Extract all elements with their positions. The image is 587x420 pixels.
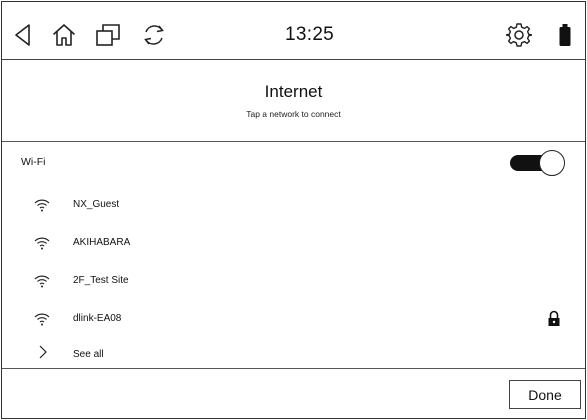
- network-name: NX_Guest: [73, 199, 120, 210]
- status-bar: 13:25: [2, 2, 585, 60]
- wifi-signal-icon: [34, 237, 50, 250]
- home-icon[interactable]: [49, 20, 79, 50]
- page-header: Internet Tap a network to connect: [2, 60, 585, 142]
- page-subtitle: Tap a network to connect: [246, 109, 341, 119]
- refresh-icon[interactable]: [139, 20, 169, 50]
- chevron-right-icon: [39, 345, 47, 359]
- network-name: AKIHABARA: [73, 237, 131, 248]
- page-title: Internet: [264, 82, 323, 101]
- recent-apps-icon[interactable]: [93, 20, 123, 50]
- internet-settings-screen: 13:25 Internet Tap a network to connect …: [1, 1, 586, 419]
- network-item-nx-guest[interactable]: NX_Guest: [2, 188, 585, 222]
- battery-icon: [550, 20, 580, 50]
- network-item-dlink-ea08[interactable]: dlink-EA08: [2, 302, 585, 336]
- wifi-toggle-row: Wi-Fi: [2, 142, 585, 182]
- see-all-button[interactable]: See all: [2, 339, 585, 369]
- lock-icon: [548, 310, 560, 326]
- settings-gear-icon[interactable]: [504, 20, 534, 50]
- clock: 13:25: [285, 24, 335, 45]
- wifi-signal-icon: [34, 199, 50, 212]
- see-all-label: See all: [73, 349, 104, 360]
- network-item-2f-test-site[interactable]: 2F_Test Site: [2, 264, 585, 298]
- toggle-knob: [539, 150, 565, 176]
- network-name: dlink-EA08: [73, 313, 122, 324]
- done-button[interactable]: Done: [509, 380, 581, 409]
- wifi-signal-icon: [34, 275, 50, 288]
- wifi-label: Wi-Fi: [21, 156, 46, 168]
- footer-bar: Done: [2, 368, 585, 418]
- wifi-signal-icon: [34, 313, 50, 326]
- network-item-akihabara[interactable]: AKIHABARA: [2, 226, 585, 260]
- wifi-toggle[interactable]: [510, 150, 565, 176]
- back-icon[interactable]: [8, 20, 38, 50]
- network-name: 2F_Test Site: [73, 275, 129, 286]
